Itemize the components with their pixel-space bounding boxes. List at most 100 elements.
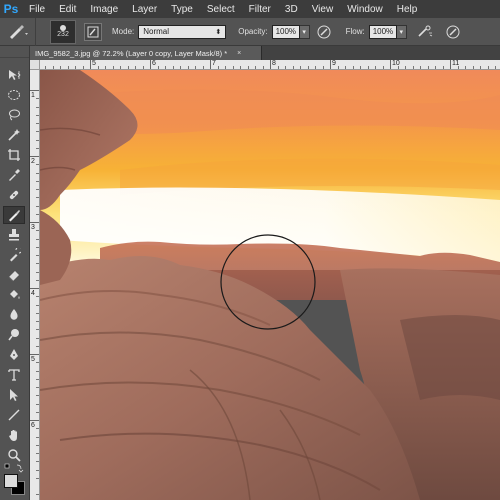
- ruler-minor-tick: [120, 66, 121, 69]
- ruler-major-tick: [330, 60, 331, 69]
- ruler-minor-tick: [36, 98, 39, 100]
- ruler-minor-tick: [36, 477, 39, 479]
- healing-tool[interactable]: [3, 186, 25, 204]
- brush-tool[interactable]: [3, 206, 25, 224]
- ruler-minor-tick: [180, 66, 181, 69]
- ruler-minor-tick: [232, 66, 234, 69]
- ruler-minor-tick: [36, 395, 39, 397]
- crop-tool[interactable]: [3, 146, 25, 164]
- ruler-minor-tick: [135, 66, 136, 69]
- menu-view[interactable]: View: [305, 4, 341, 15]
- marquee-tool[interactable]: [3, 86, 25, 104]
- document-tab-bar: IMG_9582_3.jpg @ 72.2% (Layer 0 copy, La…: [30, 46, 500, 60]
- menu-select[interactable]: Select: [200, 4, 242, 15]
- menu-file[interactable]: File: [22, 4, 52, 15]
- history-brush-tool[interactable]: [3, 246, 25, 264]
- clone-stamp-tool[interactable]: [3, 226, 25, 244]
- tool-preset-picker[interactable]: [0, 17, 36, 46]
- menu-help[interactable]: Help: [390, 4, 425, 15]
- ruler-origin[interactable]: [30, 60, 40, 70]
- foreground-color-swatch[interactable]: [4, 474, 18, 488]
- swap-colors-icon: [4, 463, 24, 473]
- blur-tool[interactable]: [3, 306, 25, 324]
- hand-tool[interactable]: [3, 426, 25, 444]
- ruler-major-tick: [30, 90, 39, 91]
- brush-icon: [9, 24, 28, 39]
- opacity-label: Opacity:: [238, 27, 268, 36]
- ruler-label: 2: [31, 158, 35, 165]
- eyedropper-tool[interactable]: [3, 166, 25, 184]
- ruler-major-tick: [210, 60, 211, 69]
- ruler-minor-tick: [300, 66, 301, 69]
- ruler-minor-tick: [36, 370, 39, 372]
- ruler-minor-tick: [112, 66, 114, 69]
- ruler-minor-tick: [307, 66, 309, 69]
- brush-panel-toggle[interactable]: [84, 22, 102, 41]
- ruler-minor-tick: [36, 147, 39, 149]
- airbrush-icon: [418, 25, 432, 37]
- menu-bar: Ps File Edit Image Layer Type Select Fil…: [0, 0, 500, 18]
- canvas-photo: [40, 70, 500, 500]
- line-icon: [8, 409, 20, 421]
- color-swap-controls[interactable]: [3, 462, 25, 474]
- ruler-minor-tick: [36, 403, 39, 405]
- pressure-size-toggle[interactable]: [445, 24, 461, 40]
- ruler-major-tick: [30, 288, 39, 289]
- ruler-minor-tick: [420, 66, 421, 69]
- close-icon[interactable]: ×: [237, 50, 241, 57]
- ruler-minor-tick: [352, 66, 354, 69]
- ruler-label: 5: [31, 356, 35, 363]
- ruler-minor-tick: [195, 66, 196, 69]
- ruler-label: 4: [31, 290, 35, 297]
- menu-window[interactable]: Window: [340, 4, 390, 15]
- lasso-icon: [9, 109, 20, 121]
- ruler-minor-tick: [375, 66, 376, 69]
- ruler-label: 7: [212, 60, 216, 67]
- ruler-minor-tick: [405, 66, 406, 69]
- ruler-minor-tick: [480, 66, 481, 69]
- line-tool[interactable]: [3, 406, 25, 424]
- tools-panel-grip[interactable]: [0, 46, 29, 58]
- eyedropper-icon: [9, 169, 20, 181]
- move-tool[interactable]: [3, 66, 25, 84]
- ruler-minor-tick: [36, 453, 39, 454]
- opacity-field[interactable]: 100%: [271, 24, 300, 39]
- history-brush-icon: [10, 248, 21, 262]
- pressure-opacity-toggle[interactable]: [316, 24, 332, 40]
- brush-preset-picker[interactable]: 232: [50, 19, 76, 44]
- eraser-tool[interactable]: [3, 266, 25, 284]
- airbrush-toggle[interactable]: [417, 24, 433, 40]
- document-canvas[interactable]: [40, 70, 500, 500]
- pen-tool[interactable]: [3, 346, 25, 364]
- mode-select[interactable]: Normal ⬍: [138, 24, 227, 39]
- lasso-tool[interactable]: [3, 106, 25, 124]
- ruler-minor-tick: [36, 321, 39, 322]
- opacity-dropdown[interactable]: ▾: [299, 24, 310, 39]
- flow-dropdown[interactable]: ▾: [396, 24, 407, 39]
- path-select-tool[interactable]: [3, 386, 25, 404]
- document-tab-title: IMG_9582_3.jpg @ 72.2% (Layer 0 copy, La…: [35, 48, 228, 58]
- quick-select-tool[interactable]: [3, 126, 25, 144]
- menu-type[interactable]: Type: [164, 4, 200, 15]
- paint-bucket-tool[interactable]: [3, 286, 25, 304]
- ruler-minor-tick: [36, 197, 39, 199]
- menu-image[interactable]: Image: [83, 4, 125, 15]
- horizontal-ruler[interactable]: 5 6 7 8 9 10 11: [40, 60, 500, 70]
- document-tab[interactable]: IMG_9582_3.jpg @ 72.2% (Layer 0 copy, La…: [30, 46, 262, 60]
- type-tool[interactable]: [3, 366, 25, 384]
- vertical-ruler[interactable]: 1 2 3 4 5 6: [30, 70, 40, 500]
- ruler-minor-tick: [427, 66, 429, 69]
- ruler-minor-tick: [67, 66, 69, 69]
- ruler-minor-tick: [36, 362, 39, 364]
- ruler-minor-tick: [36, 172, 39, 174]
- ruler-minor-tick: [82, 66, 84, 69]
- menu-edit[interactable]: Edit: [52, 4, 83, 15]
- ruler-minor-tick: [247, 66, 249, 69]
- menu-filter[interactable]: Filter: [242, 4, 278, 15]
- brush-icon: [9, 210, 20, 222]
- dodge-tool[interactable]: [3, 326, 25, 344]
- flow-field[interactable]: 100%: [368, 24, 397, 39]
- menu-3d[interactable]: 3D: [278, 4, 305, 15]
- menu-layer[interactable]: Layer: [125, 4, 164, 15]
- ruler-minor-tick: [315, 66, 316, 69]
